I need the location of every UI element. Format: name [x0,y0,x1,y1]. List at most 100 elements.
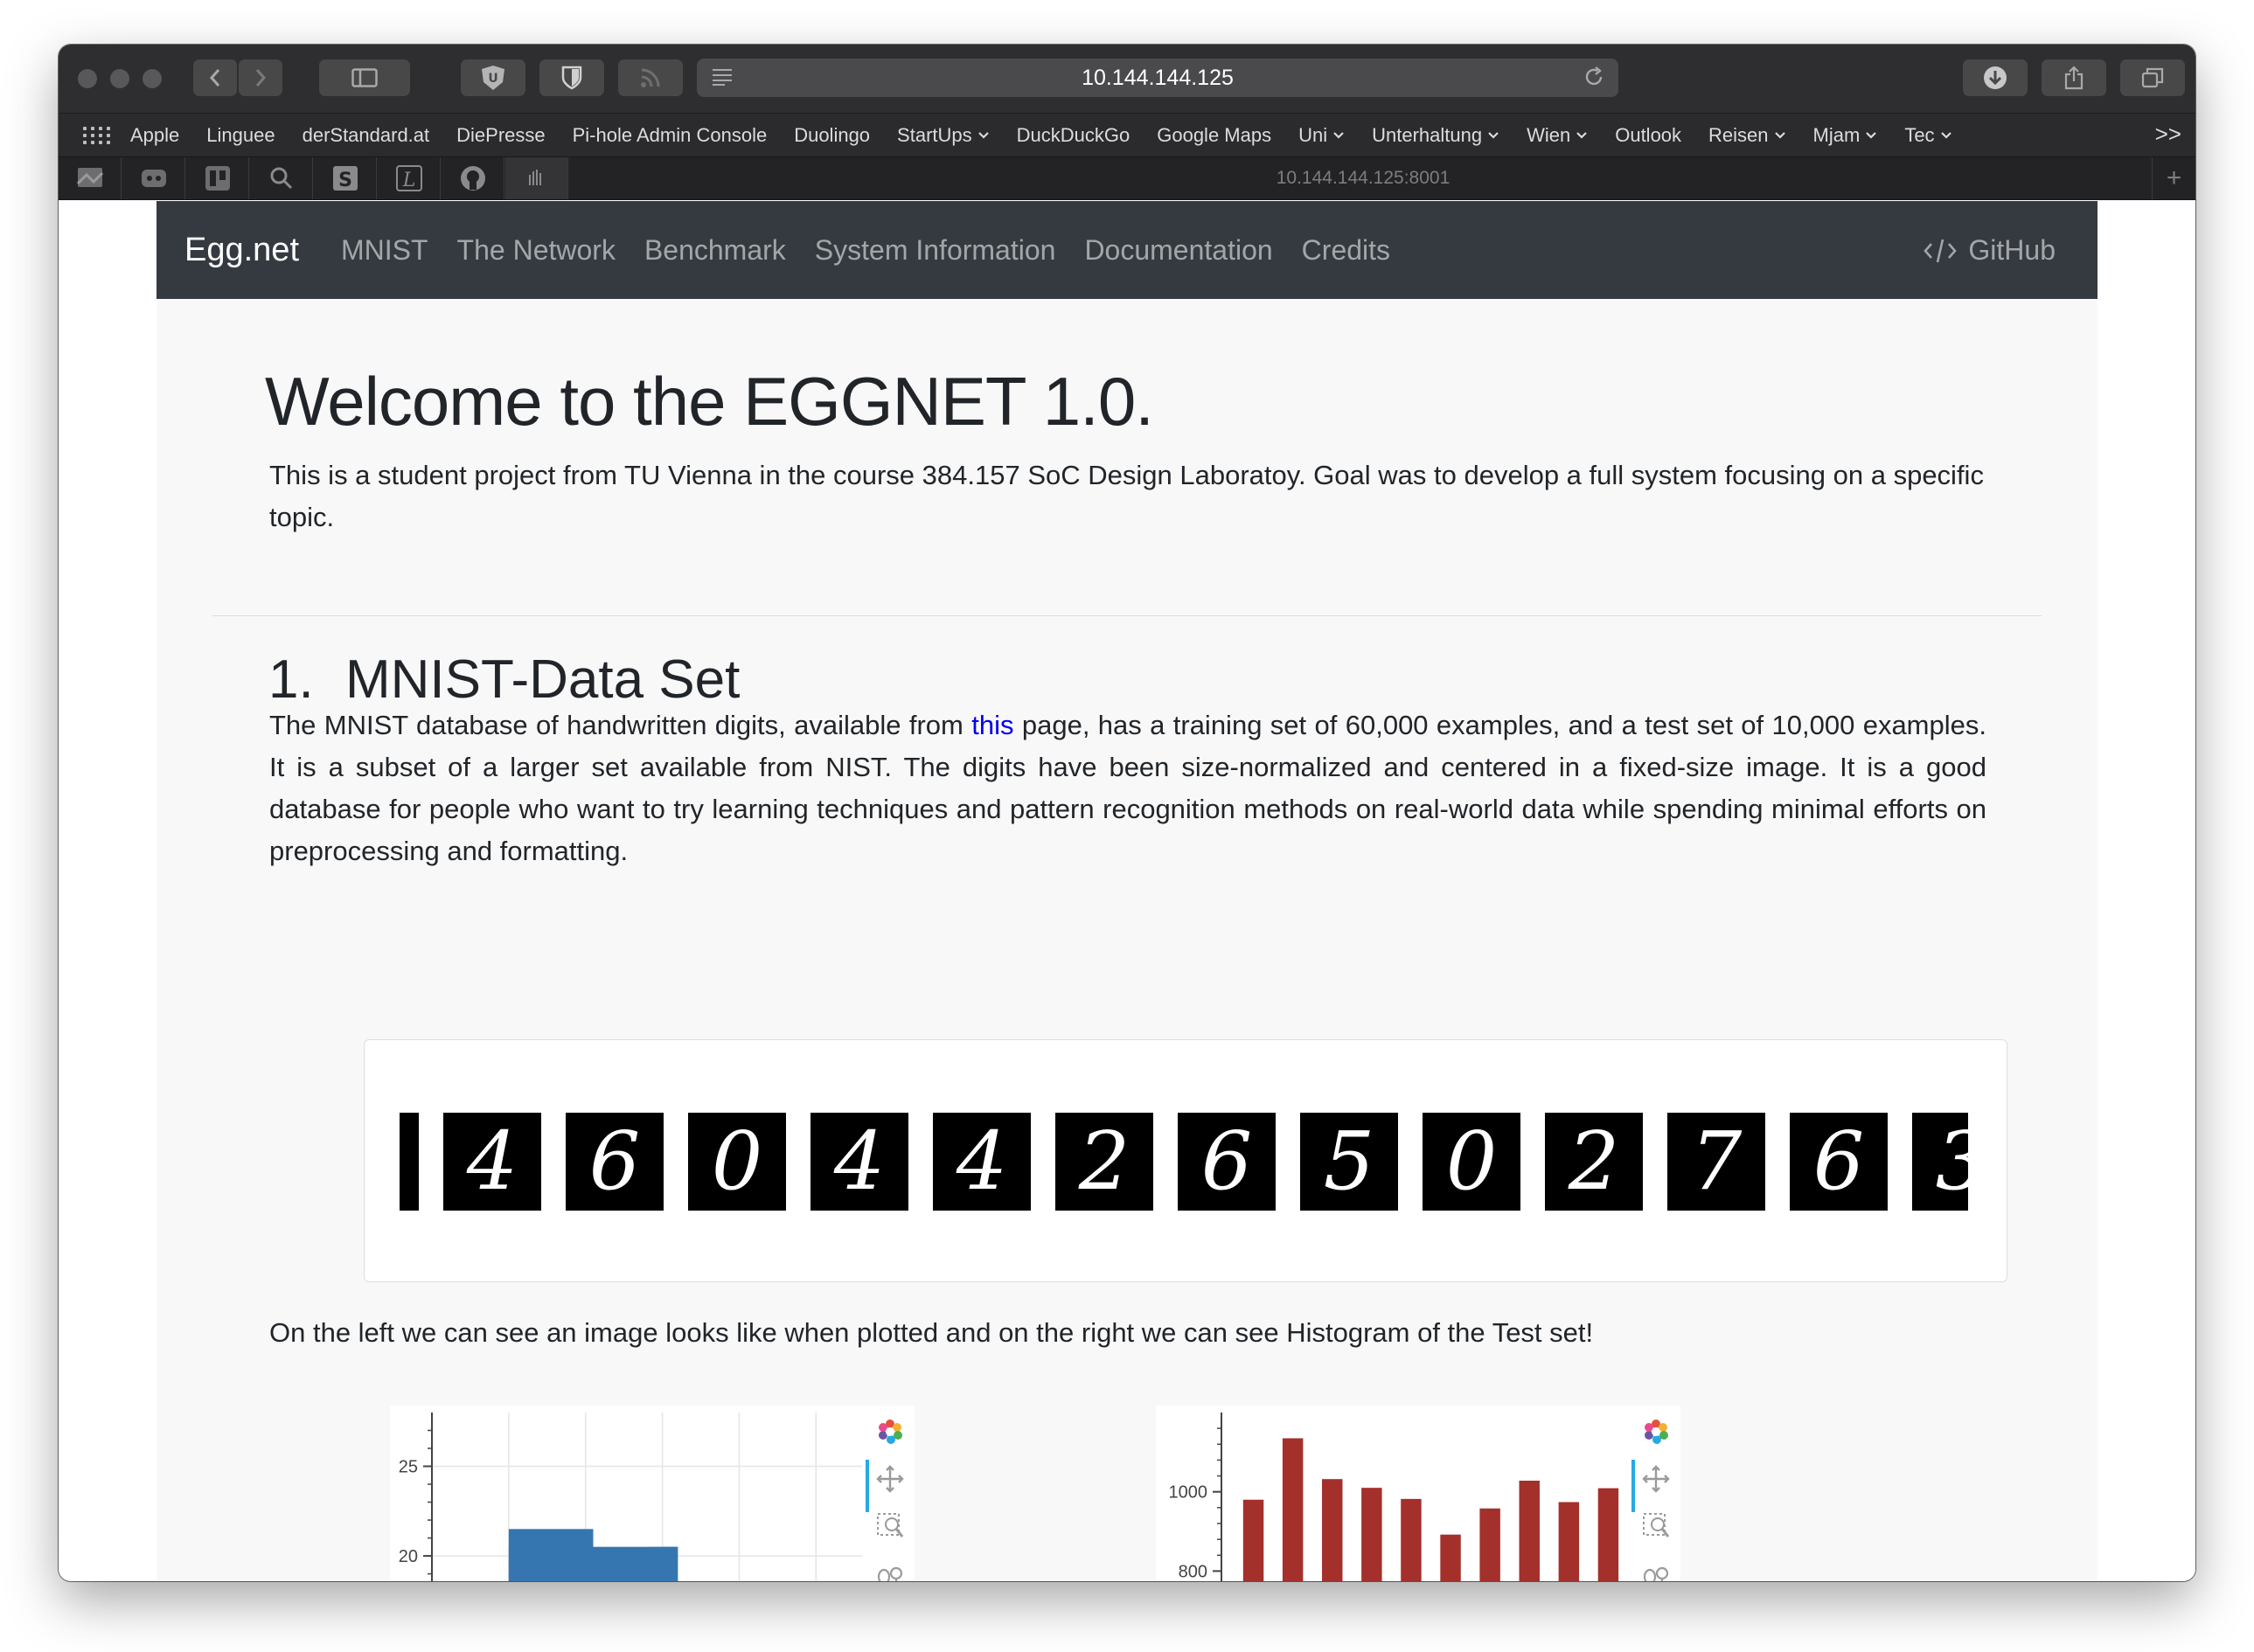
rss-extension-button[interactable] [618,59,683,96]
bookmark-tec[interactable]: Tec [1904,124,1951,147]
active-tool-indicator [1631,1460,1635,1512]
plot-toolbar-left [866,1406,915,1581]
new-tab-button[interactable]: + [2152,157,2195,199]
chevron-right-icon [255,69,267,87]
histogram-bar [1361,1488,1382,1581]
wheel-zoom-tool[interactable] [1640,1561,1672,1581]
box-zoom-tool[interactable] [1640,1510,1672,1542]
tab-bar: 10.144.144.125:8001 + S L [59,156,2195,200]
bookmark-reisen[interactable]: Reisen [1708,124,1785,147]
pinned-tab[interactable] [59,157,122,199]
chevron-down-icon [1866,131,1877,139]
pixel-cell [662,1546,678,1581]
mnist-source-link[interactable]: this [971,710,1013,740]
bookmark-duckduckgo[interactable]: DuckDuckGo [1017,124,1130,147]
nav-link-the-network[interactable]: The Network [457,234,616,267]
bokeh-logo-tool[interactable] [1640,1416,1672,1447]
close-window-button[interactable] [78,69,97,88]
pan-tool[interactable] [1640,1463,1672,1495]
bookmark-unterhaltung[interactable]: Unterhaltung [1372,124,1499,147]
bookmark-label: Apple [130,123,180,146]
site-navbar: Egg.net MNIST The Network Benchmark Syst… [157,201,2097,299]
bokeh-logo-tool[interactable] [874,1416,906,1447]
sidebar-icon [351,68,378,87]
brand-link[interactable]: Egg.net [184,232,299,269]
active-tool-indicator [866,1460,869,1512]
reader-view-icon[interactable] [711,67,734,87]
code-icon [1924,239,1958,262]
pinned-tab[interactable] [250,157,313,199]
histogram-canvas[interactable]: 1000800600 [1156,1406,1631,1581]
chevron-down-icon [1940,131,1951,139]
bookmark-duolingo[interactable]: Duolingo [794,124,870,147]
histogram-bar [1558,1502,1580,1581]
bookmark-startups[interactable]: StartUps [897,124,990,147]
trello-tab-icon [205,166,230,191]
chevron-down-icon [1333,131,1344,139]
bookmark-outlook[interactable]: Outlook [1615,124,1681,147]
pan-icon [876,1465,904,1493]
nav-link-credits[interactable]: Credits [1302,234,1390,267]
pinned-tab[interactable] [122,157,185,199]
bookmark-label: Wien [1527,123,1571,146]
apps-grid-icon[interactable] [83,123,111,148]
bookmark-diepresse[interactable]: DiePresse [456,124,545,147]
chevron-down-icon [1576,131,1587,139]
nav-link-system-information[interactable]: System Information [815,234,1056,267]
bookmark-linguee[interactable]: Linguee [206,124,275,147]
share-icon [2064,66,2084,90]
box-zoom-tool[interactable] [874,1510,906,1542]
github-link[interactable]: GitHub [1923,234,2056,267]
pinned-tab[interactable] [186,157,249,199]
nav-link-mnist[interactable]: MNIST [341,234,428,267]
digit-sample: 3 [1912,1113,1968,1211]
bitwarden-extension-button[interactable] [539,59,604,96]
bookmarks-overflow-button[interactable]: >> [2155,121,2181,148]
chevron-left-icon [209,69,220,87]
pinned-tab[interactable] [505,157,568,199]
pan-tool[interactable] [874,1463,906,1495]
tab-overview-button[interactable] [2120,59,2185,96]
url-text: 10.144.144.125 [1082,65,1234,90]
scribd-tab-icon: S [332,166,358,191]
search-tab-icon [270,167,292,190]
pinned-tab[interactable]: L [378,157,441,199]
digit-sample: 0 [1423,1113,1520,1211]
histogram-bar [1242,1499,1264,1581]
bookmark-uni[interactable]: Uni [1298,124,1345,147]
browser-toolbar: U 10.144.144.125 [59,45,2195,113]
reload-icon[interactable] [1583,66,1604,87]
pinned-tab[interactable]: S [314,157,377,199]
active-tab-title[interactable]: 10.144.144.125:8001 [574,157,2152,199]
histogram-bar [1597,1488,1619,1581]
zoom-window-button[interactable] [143,69,162,88]
photo-tab-icon [76,168,103,187]
bookmark-google-maps[interactable]: Google Maps [1157,124,1271,147]
bookmark-mjam[interactable]: Mjam [1813,124,1878,147]
heatmap-canvas[interactable]: 252015 [390,1406,866,1581]
bookmark-wien[interactable]: Wien [1527,124,1588,147]
bookmark-pi-hole-admin-console[interactable]: Pi-hole Admin Console [573,124,768,147]
digit-image-plot[interactable]: 252015 [390,1406,915,1581]
browser-window: U 10.144.144.125 Apple Linguee derStanda… [59,45,2195,1581]
pinned-tab[interactable] [442,157,504,199]
digit-samples-strip: 14604426502763 [400,1113,1968,1211]
latex-tab-icon: L [395,165,422,191]
address-bar[interactable]: 10.144.144.125 [697,59,1618,97]
back-button[interactable] [193,59,237,96]
ublock-extension-button[interactable]: U [461,59,525,96]
nav-link-documentation[interactable]: Documentation [1084,234,1272,267]
nav-link-benchmark[interactable]: Benchmark [644,234,786,267]
y-tick-label: 800 [1179,1562,1207,1581]
minimize-window-button[interactable] [110,69,129,88]
digit-sample: 1 [400,1113,419,1211]
histogram-plot[interactable]: 1000800600 [1156,1406,1680,1581]
share-button[interactable] [2042,59,2106,96]
bookmark-derstandard-at[interactable]: derStandard.at [303,124,430,147]
forward-button[interactable] [239,59,282,96]
downloads-button[interactable] [1963,59,2028,96]
wheel-zoom-tool[interactable] [874,1561,906,1581]
sidebar-toggle-button[interactable] [319,59,410,96]
histogram-bar [1479,1508,1500,1581]
bookmark-apple[interactable]: Apple [130,124,179,147]
